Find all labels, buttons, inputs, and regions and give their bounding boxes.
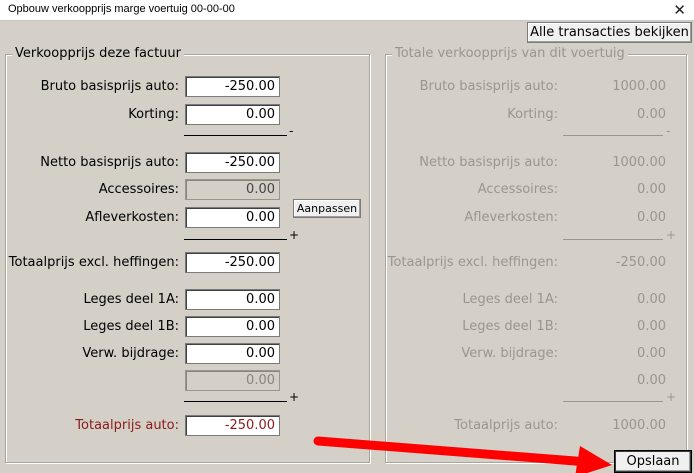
value-korting-total: 0.00 (637, 107, 666, 122)
label-leges-1a: Leges deel 1A: (83, 292, 179, 307)
label-totaalprijs-auto: Totaalprijs auto: (75, 418, 179, 433)
label-afleverkosten: Afleverkosten: (85, 210, 179, 225)
label-accessoires: Accessoires: (98, 182, 179, 197)
subtotal-separator (184, 401, 287, 402)
group-caption-current-invoice: Verkoopprijs deze factuur (12, 46, 184, 61)
value-leges-1b-total: 0.00 (637, 319, 666, 334)
close-icon[interactable]: ✕ (673, 1, 686, 19)
operator-plus: + (289, 228, 300, 242)
label-leges-1a-total: Leges deel 1A: (462, 292, 558, 307)
label-totaalprijs-excl-total: Totaalprijs excl. heffingen: (387, 255, 558, 270)
input-bruto-basisprijs[interactable]: -250.00 (185, 76, 280, 97)
value-netto-basisprijs-total: 1000.00 (612, 155, 666, 170)
value-afleverkosten-total: 0.00 (637, 210, 666, 225)
subtotal-separator (184, 239, 287, 240)
value-totaalprijs-excl-total: -250.00 (615, 255, 666, 270)
input-leges-1a[interactable]: 0.00 (185, 289, 280, 310)
value-totaalprijs-auto-total: 1000.00 (612, 418, 666, 433)
operator-plus: + (666, 228, 677, 242)
all-transactions-button[interactable]: Alle transacties bekijken (527, 22, 692, 43)
input-korting[interactable]: 0.00 (185, 104, 280, 125)
value-verw-bijdrage-total: 0.00 (637, 346, 666, 361)
label-korting: Korting: (128, 107, 179, 122)
label-leges-1b-total: Leges deel 1B: (462, 319, 558, 334)
label-verw-bijdrage-total: Verw. bijdrage: (461, 346, 558, 361)
input-verw-bijdrage[interactable]: 0.00 (185, 343, 280, 364)
subtotal-separator (563, 135, 663, 136)
operator-plus: + (289, 390, 300, 404)
dialog-client-area: Alle transacties bekijken Verkoopprijs d… (0, 21, 694, 473)
operator-plus: + (666, 390, 677, 404)
subtotal-separator (563, 239, 663, 240)
input-totaalprijs-auto[interactable]: -250.00 (185, 415, 280, 436)
save-button[interactable]: Opslaan (614, 450, 692, 473)
value-accessoires-total: 0.00 (637, 182, 666, 197)
label-accessoires-total: Accessoires: (477, 182, 558, 197)
label-netto-basisprijs: Netto basisprijs auto: (40, 155, 179, 170)
group-caption-vehicle-total: Totale verkoopprijs van dit voertuig (392, 46, 628, 61)
label-korting-total: Korting: (507, 107, 558, 122)
label-verw-bijdrage: Verw. bijdrage: (82, 346, 179, 361)
input-afleverkosten[interactable]: 0.00 (185, 207, 280, 228)
value-extra-levy-total: 0.00 (637, 373, 666, 388)
title-bar: Opbouw verkoopprijs marge voertuig 00-00… (0, 0, 694, 21)
label-bruto-basisprijs: Bruto basisprijs auto: (40, 79, 179, 94)
label-leges-1b: Leges deel 1B: (83, 319, 179, 334)
label-totaalprijs-excl: Totaalprijs excl. heffingen: (8, 255, 179, 270)
label-netto-basisprijs-total: Netto basisprijs auto: (419, 155, 558, 170)
subtotal-separator (563, 401, 663, 402)
input-accessoires: 0.00 (185, 179, 280, 200)
input-totaalprijs-excl[interactable]: -250.00 (185, 252, 280, 273)
input-leges-1b[interactable]: 0.00 (185, 316, 280, 337)
aanpassen-button[interactable]: Aanpassen (293, 199, 361, 218)
input-netto-basisprijs[interactable]: -250.00 (185, 152, 280, 173)
operator-minus: - (289, 124, 294, 138)
label-afleverkosten-total: Afleverkosten: (464, 210, 558, 225)
window-title: Opbouw verkoopprijs marge voertuig 00-00… (8, 3, 235, 15)
subtotal-separator (184, 135, 287, 136)
label-bruto-basisprijs-total: Bruto basisprijs auto: (419, 79, 558, 94)
value-leges-1a-total: 0.00 (637, 292, 666, 307)
operator-minus: - (666, 124, 671, 138)
label-totaalprijs-auto-total: Totaalprijs auto: (454, 418, 558, 433)
input-extra-levy: 0.00 (185, 370, 280, 391)
value-bruto-basisprijs-total: 1000.00 (612, 79, 666, 94)
